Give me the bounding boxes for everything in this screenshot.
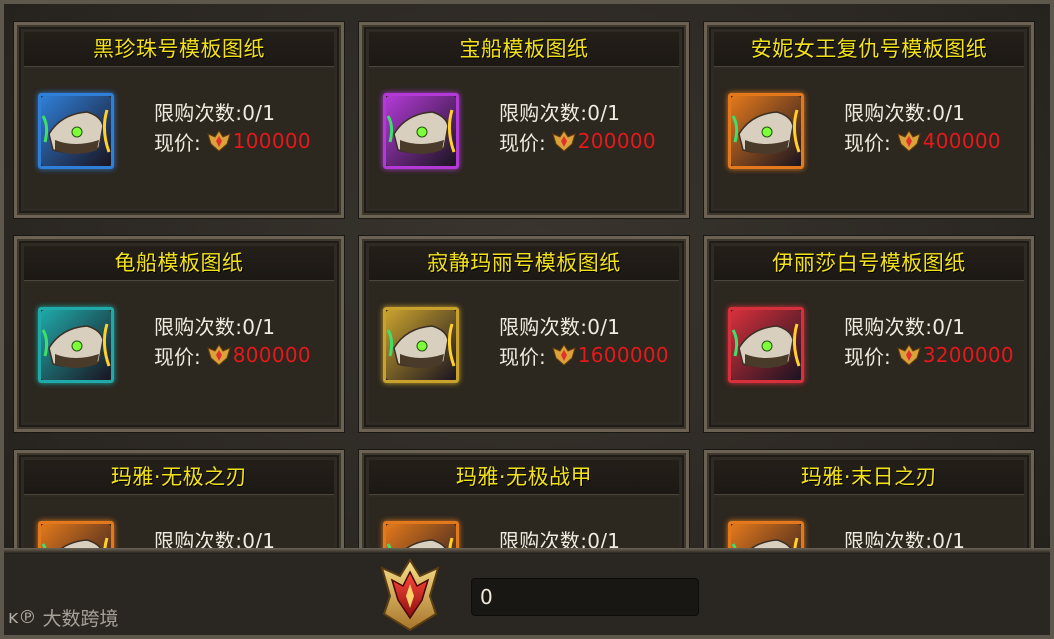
- item-title: 伊丽莎白号模板图纸: [714, 246, 1024, 281]
- weapon-blueprint-icon[interactable]: [38, 521, 114, 550]
- armor-blueprint-icon[interactable]: [383, 521, 459, 550]
- purchase-limit: 限购次数:0/1: [844, 101, 966, 125]
- crown-emblem-icon: [380, 558, 440, 632]
- shop-item-card[interactable]: 伊丽莎白号模板图纸 限购次数:0/1 现价: 3200000: [703, 235, 1035, 433]
- watermark-text: 大数跨境: [42, 608, 119, 630]
- shop-item-card[interactable]: 玛雅·无极战甲 限购次数:0/1 现价:: [358, 449, 690, 550]
- shop-item-card[interactable]: 黑珍珠号模板图纸 限购次数:0/1 现价: 100000: [13, 21, 345, 219]
- purchase-limit: 限购次数:0/1: [844, 315, 966, 339]
- weapon-blueprint-icon[interactable]: [728, 521, 804, 550]
- price-row: 现价: 3200000: [844, 341, 1014, 369]
- price-value: 400000: [922, 129, 1001, 153]
- shop-item-card[interactable]: 宝船模板图纸 限购次数:0/1 现价: 200000: [358, 21, 690, 219]
- item-body: 限购次数:0/1 现价:: [369, 497, 679, 550]
- shop-item-card[interactable]: 寂静玛丽号模板图纸 限购次数:0/1 现价: 1600000: [358, 235, 690, 433]
- item-body: 限购次数:0/1 现价:: [24, 497, 334, 550]
- price-row: 现价: 200000: [499, 127, 656, 155]
- crown-coin-icon: [551, 130, 576, 152]
- shop-item-card[interactable]: 玛雅·末日之刃 限购次数:0/1 现价:: [703, 449, 1035, 550]
- crown-coin-icon: [551, 344, 576, 366]
- item-title: 寂静玛丽号模板图纸: [369, 246, 679, 281]
- crown-coin-icon: [896, 130, 921, 152]
- ship-blueprint-green-icon[interactable]: [728, 307, 804, 383]
- amount-input[interactable]: 0: [471, 578, 699, 616]
- item-grid: 黑珍珠号模板图纸 限购次数:0/1 现价: 100000 宝船模板图纸 限购次数…: [13, 21, 1035, 550]
- price-value: 1600000: [577, 343, 669, 367]
- price-label: 现价:: [844, 344, 891, 369]
- item-body: 限购次数:0/1 现价:: [714, 497, 1024, 550]
- item-title: 玛雅·末日之刃: [714, 460, 1024, 495]
- price-row: 现价: 100000: [154, 127, 311, 155]
- price-value: 3200000: [922, 343, 1014, 367]
- purchase-limit: 限购次数:0/1: [499, 101, 621, 125]
- purchase-limit: 限购次数:0/1: [154, 315, 276, 339]
- purchase-limit: 限购次数:0/1: [154, 529, 276, 550]
- watermark-logo: ĸ℗: [8, 607, 37, 628]
- price-label: 现价:: [844, 130, 891, 155]
- item-body: 限购次数:0/1 现价: 400000: [714, 69, 1024, 208]
- item-title: 宝船模板图纸: [369, 32, 679, 67]
- purchase-limit: 限购次数:0/1: [154, 101, 276, 125]
- item-body: 限购次数:0/1 现价: 1600000: [369, 283, 679, 422]
- crown-coin-icon: [896, 344, 921, 366]
- purchase-limit: 限购次数:0/1: [499, 315, 621, 339]
- ship-blueprint-blue-icon[interactable]: [38, 93, 114, 169]
- price-label: 现价:: [154, 130, 201, 155]
- price-value: 200000: [577, 129, 656, 153]
- ship-blueprint-purple-icon[interactable]: [383, 93, 459, 169]
- item-body: 限购次数:0/1 现价: 200000: [369, 69, 679, 208]
- item-title: 龟船模板图纸: [24, 246, 334, 281]
- ship-blueprint-orange-icon[interactable]: [728, 93, 804, 169]
- shop-item-card[interactable]: 安妮女王复仇号模板图纸 限购次数:0/1 现价: 400000: [703, 21, 1035, 219]
- shop-item-card[interactable]: 玛雅·无极之刃 限购次数:0/1 现价:: [13, 449, 345, 550]
- price-row: 现价: 400000: [844, 127, 1001, 155]
- shop-item-card[interactable]: 龟船模板图纸 限购次数:0/1 现价: 800000: [13, 235, 345, 433]
- item-body: 限购次数:0/1 现价: 800000: [24, 283, 334, 422]
- price-label: 现价:: [499, 130, 546, 155]
- price-value: 100000: [232, 129, 311, 153]
- purchase-limit: 限购次数:0/1: [844, 529, 966, 550]
- price-row: 现价: 1600000: [499, 341, 669, 369]
- purchase-limit: 限购次数:0/1: [499, 529, 621, 550]
- price-label: 现价:: [154, 344, 201, 369]
- item-body: 限购次数:0/1 现价: 100000: [24, 69, 334, 208]
- item-list-scroll[interactable]: 黑珍珠号模板图纸 限购次数:0/1 现价: 100000 宝船模板图纸 限购次数…: [8, 8, 1046, 550]
- ship-blueprint-teal-icon[interactable]: [38, 307, 114, 383]
- item-title: 黑珍珠号模板图纸: [24, 32, 334, 67]
- item-title: 玛雅·无极战甲: [369, 460, 679, 495]
- item-title: 安妮女王复仇号模板图纸: [714, 32, 1024, 67]
- price-value: 800000: [232, 343, 311, 367]
- item-body: 限购次数:0/1 现价: 3200000: [714, 283, 1024, 422]
- watermark: ĸ℗ 大数跨境: [8, 604, 118, 631]
- price-label: 现价:: [499, 344, 546, 369]
- price-row: 现价: 800000: [154, 341, 311, 369]
- crown-coin-icon: [206, 130, 231, 152]
- ship-blueprint-gold-icon[interactable]: [383, 307, 459, 383]
- item-title: 玛雅·无极之刃: [24, 460, 334, 495]
- crown-coin-icon: [206, 344, 231, 366]
